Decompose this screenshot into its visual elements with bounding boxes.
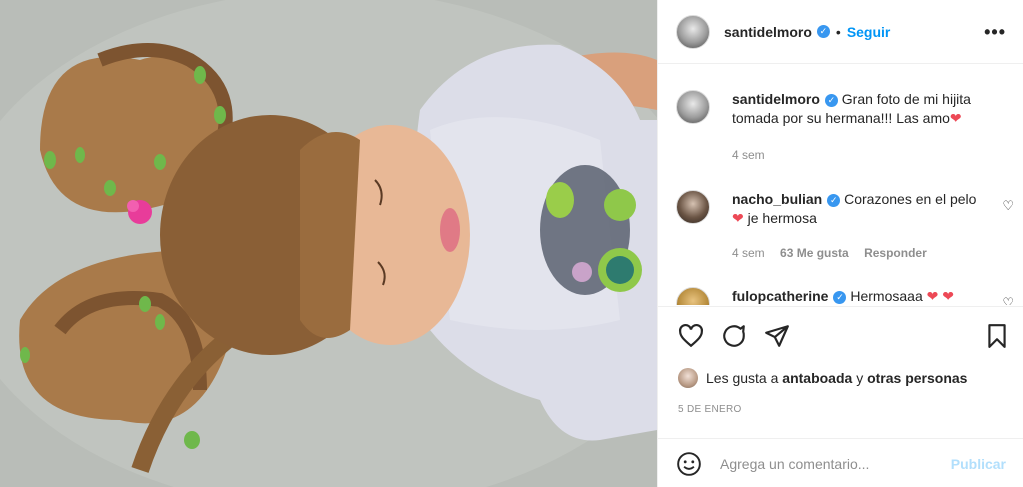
comment-username[interactable]: fulopcatherine <box>732 288 828 304</box>
comment-body-tail: je hermosa <box>747 210 817 226</box>
heart-emoji: ❤ ❤ <box>926 288 954 304</box>
post-date[interactable]: 5 DE ENERO <box>678 404 742 415</box>
heart-icon[interactable] <box>678 323 704 349</box>
post-actions: Les gusta a antaboada y otras personas 5… <box>658 306 1023 454</box>
comment-avatar[interactable] <box>676 287 710 305</box>
share-icon[interactable] <box>764 323 790 349</box>
bookmark-icon[interactable] <box>984 323 1010 349</box>
reply-button[interactable]: Responder <box>864 246 927 260</box>
likes-prefix: Les gusta a <box>706 370 779 386</box>
heart-emoji: ❤ <box>949 110 962 126</box>
post-photo[interactable] <box>0 0 657 487</box>
post-sidebar: santidelmoro ✓ • Seguir ••• santidelmoro… <box>657 0 1023 487</box>
comment-text: santidelmoro ✓ Gran foto de mi hijita tom… <box>732 90 992 128</box>
publish-button[interactable]: Publicar <box>951 456 1006 472</box>
verified-badge-icon: ✓ <box>833 290 847 304</box>
likes-others[interactable]: otras personas <box>867 370 967 386</box>
post-header: santidelmoro ✓ • Seguir ••• <box>658 0 1023 64</box>
comment-body: Corazones en el pelo <box>844 191 977 207</box>
verified-badge-icon: ✓ <box>816 25 830 38</box>
comment-composer: Publicar <box>658 438 1023 487</box>
comment-time[interactable]: 4 sem <box>732 148 765 162</box>
comment-avatar[interactable] <box>676 190 710 224</box>
comment-body: Hermosaaa <box>850 288 923 304</box>
comment-text: fulopcatherine ✓ Hermosaaa ❤ ❤ <box>732 287 992 305</box>
heart-emoji: ❤ <box>732 210 744 226</box>
liker-avatar <box>678 368 698 388</box>
comment-time[interactable]: 4 sem <box>732 246 765 260</box>
separator-dot: • <box>835 23 841 40</box>
verified-badge-icon: ✓ <box>824 93 838 107</box>
follow-button[interactable]: Seguir <box>847 24 891 40</box>
comment-meta: 4 sem 63 Me gusta Responder <box>732 246 939 260</box>
comment-avatar[interactable] <box>676 90 710 124</box>
author-avatar[interactable] <box>676 14 710 49</box>
photo-illustration <box>0 0 657 487</box>
author-username[interactable]: santidelmoro <box>724 24 812 40</box>
comment-input[interactable] <box>720 451 940 477</box>
comment-meta: 4 sem <box>732 148 777 162</box>
emoji-icon[interactable] <box>676 451 702 477</box>
comment-username[interactable]: nacho_bulian <box>732 191 822 207</box>
likes-summary[interactable]: Les gusta a antaboada y otras personas <box>678 368 967 388</box>
like-comment-icon[interactable]: ♡ <box>1002 198 1014 214</box>
likes-user[interactable]: antaboada <box>782 370 852 386</box>
likes-connector: y <box>856 370 864 386</box>
comments-list[interactable]: santidelmoro ✓ Gran foto de mi hijita tom… <box>658 65 1023 305</box>
like-comment-icon[interactable]: ♡ <box>1002 295 1014 305</box>
more-options-icon[interactable]: ••• <box>984 22 1006 43</box>
verified-badge-icon: ✓ <box>827 193 841 207</box>
comment-icon[interactable] <box>721 323 747 349</box>
comment-username[interactable]: santidelmoro <box>732 91 820 107</box>
comment-likes[interactable]: 63 Me gusta <box>780 246 849 260</box>
comment-text: nacho_bulian ✓ Corazones en el pelo ❤ je … <box>732 190 992 228</box>
